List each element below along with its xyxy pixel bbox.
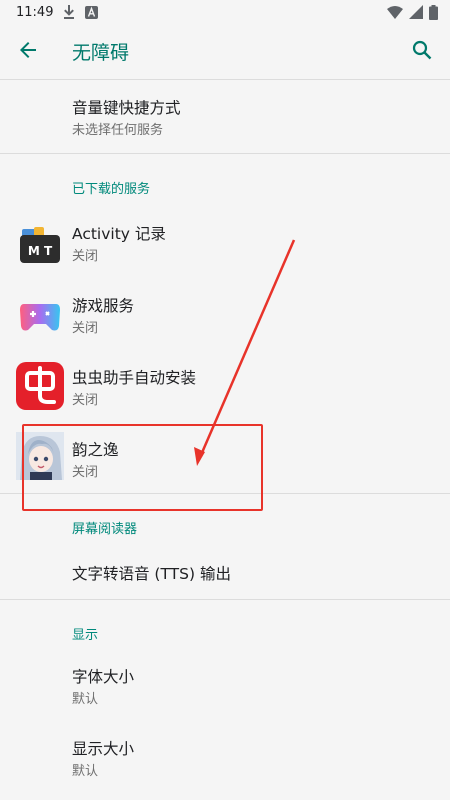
a-notification-icon <box>85 5 99 19</box>
battery-icon <box>429 4 438 20</box>
service-item-game[interactable]: 游戏服务 关闭 <box>0 280 450 352</box>
divider <box>0 153 450 154</box>
downloaded-services-header: 已下载的服务 <box>72 182 151 197</box>
status-time: 11:49 <box>16 4 54 20</box>
display-size-item[interactable]: 显示大小 默认 <box>0 722 450 794</box>
cellular-icon <box>409 5 423 19</box>
display-size-title: 显示大小 <box>72 740 135 758</box>
service-item-chongchong[interactable]: 虫虫助手自动安装 关闭 <box>0 352 450 424</box>
download-icon <box>63 5 75 19</box>
tts-output-item[interactable]: 文字转语音 (TTS) 输出 <box>0 545 450 599</box>
arrow-left-icon <box>18 40 38 64</box>
font-size-summary: 默认 <box>72 692 99 707</box>
service-summary: 关闭 <box>72 393 99 408</box>
display-size-summary: 默认 <box>72 764 99 779</box>
volume-shortcut-item[interactable]: 音量键快捷方式 未选择任何服务 <box>0 80 450 153</box>
mt-app-icon: M T <box>16 221 64 269</box>
screen-reader-header: 屏幕阅读器 <box>72 522 138 537</box>
service-title: 游戏服务 <box>72 297 135 315</box>
gamepad-icon <box>16 292 64 340</box>
service-summary: 关闭 <box>72 249 99 264</box>
wifi-icon <box>387 5 403 19</box>
service-item-activity[interactable]: M T Activity 记录 关闭 <box>0 208 450 280</box>
app-bar: 无障碍 <box>0 24 450 80</box>
display-header: 显示 <box>72 628 99 643</box>
search-button[interactable] <box>394 24 450 80</box>
annotation-highlight-box <box>22 424 263 511</box>
svg-text:M T: M T <box>28 244 53 258</box>
service-title: Activity 记录 <box>72 225 166 243</box>
tts-title: 文字转语音 (TTS) 输出 <box>72 565 231 583</box>
divider <box>0 599 450 600</box>
volume-shortcut-title: 音量键快捷方式 <box>72 99 181 117</box>
font-size-item[interactable]: 字体大小 默认 <box>0 650 450 722</box>
page-title: 无障碍 <box>72 42 130 64</box>
chongchong-icon <box>16 362 64 410</box>
service-title: 虫虫助手自动安装 <box>72 369 197 387</box>
volume-shortcut-summary: 未选择任何服务 <box>72 123 164 138</box>
search-icon <box>412 40 432 64</box>
status-bar: 11:49 <box>0 0 450 24</box>
service-summary: 关闭 <box>72 321 99 336</box>
font-size-title: 字体大小 <box>72 668 135 686</box>
back-button[interactable] <box>0 24 56 80</box>
